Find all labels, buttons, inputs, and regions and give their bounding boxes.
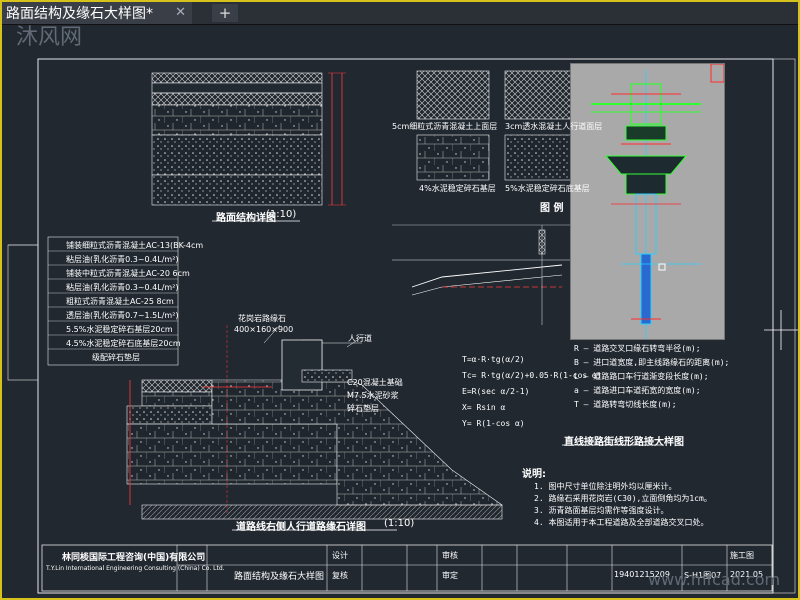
role-review: 审核 bbox=[442, 551, 458, 560]
note-1: 1. 图中尺寸单位除注明外均以厘米计。 bbox=[534, 482, 677, 491]
curb-label-2: 人行道 bbox=[348, 334, 372, 343]
role-check: 复核 bbox=[332, 571, 348, 580]
formula-1: T=α·R·tg(α/2) bbox=[462, 355, 525, 364]
note-2: 2. 路缘石采用花岗岩(C30),立面倒角均为1cm。 bbox=[534, 494, 712, 503]
layer-label-7: 5.5%水泥稳定碎石基层20cm bbox=[66, 325, 173, 334]
note-3: 3. 沥青路面基层均需作等强度设计。 bbox=[534, 506, 669, 515]
curb-label-1: 花岗岩路缘石 bbox=[238, 314, 286, 323]
curb-label-4: C20混凝土基础 bbox=[347, 378, 403, 387]
symbol-note-4: a — 道路进口车道拓宽的宽度(m); bbox=[574, 386, 701, 395]
side-strip bbox=[7, 244, 39, 381]
section3-title: 直线接路街线形路接大样图 bbox=[564, 437, 684, 448]
curb-label-6: 碎石垫层 bbox=[347, 404, 379, 413]
legend-item-3: 4%水泥稳定碎石基层 bbox=[419, 184, 496, 193]
road-profile bbox=[392, 224, 572, 325]
formula-5: Y= R(1-cos α) bbox=[462, 419, 525, 428]
layer-label-1: 铺装细粒式沥青混凝土AC-13(BK-4cm bbox=[66, 241, 204, 250]
layer-label-2: 粘层油(乳化沥青0.3~0.4L/m²) bbox=[66, 255, 179, 264]
stage: 施工图 bbox=[730, 551, 754, 560]
section2-scale: (1:10) bbox=[384, 518, 415, 529]
role-design: 设计 bbox=[332, 551, 348, 560]
layer-label-4: 粘层油(乳化沥青0.3~0.4L/m²) bbox=[66, 283, 179, 292]
symbol-note-2: B — 进口道宽度,即主线路缘石的距离(m); bbox=[574, 358, 730, 367]
formula-3: E=R(sec α/2-1) bbox=[462, 387, 530, 396]
layer-label-6: 透层油(乳化沥青0.7~1.5L/m²) bbox=[66, 311, 179, 320]
legend-item-1: 5cm细粒式沥青混凝土上面层 bbox=[392, 122, 498, 131]
cad-window: 路面结构及缘石大样图* ✕ + 沐风网 路面结构详图 (1:10) 图 例 5c… bbox=[0, 0, 800, 600]
drawing-canvas[interactable]: 沐风网 路面结构详图 (1:10) 图 例 5cm细粒式沥青混凝土上面层 3cm… bbox=[2, 25, 798, 598]
legend-item-2: 3cm透水混凝土人行道面层 bbox=[505, 122, 603, 131]
drawing-name: 路面结构及缘石大样图 bbox=[234, 572, 325, 582]
company-name: 林同棪国际工程咨询(中国)有限公司 bbox=[62, 553, 206, 563]
curb-detail bbox=[126, 324, 503, 531]
symbol-note-1: R — 道路交叉口缘石转弯半径(m); bbox=[574, 344, 701, 353]
column-detail-preview bbox=[591, 64, 724, 339]
symbol-note-3: L — 道路路口车行道渐变段长度(m); bbox=[574, 372, 709, 381]
legend-title: 图 例 bbox=[540, 203, 564, 214]
section2-title: 道路线右侧人行道路缘石详图 bbox=[236, 522, 366, 533]
layer-label-9: 级配碎石垫层 bbox=[92, 353, 140, 362]
layer-label-8: 4.5%水泥稳定碎石底基层20cm bbox=[66, 339, 181, 348]
company-name-en: T.Y.Lin International Engineering Consul… bbox=[46, 565, 225, 572]
layer-label-5: 粗粒式沥青混凝土AC-25 8cm bbox=[66, 297, 174, 306]
curb-label-3: 400×160×900 bbox=[234, 325, 294, 334]
pavement-structure-block bbox=[151, 72, 346, 206]
crosshair-cursor bbox=[764, 310, 798, 350]
preview-panel[interactable] bbox=[570, 63, 725, 340]
layer-label-3: 铺装中粒式沥青混凝土AC-20 6cm bbox=[66, 269, 190, 278]
formula-4: X= Rsin α bbox=[462, 403, 506, 412]
curb-label-5: M7.5水泥砂浆 bbox=[347, 391, 399, 400]
watermark-bottom: www.mfcad.com bbox=[648, 570, 781, 589]
legend-item-4: 5%水泥稳定碎石底基层 bbox=[505, 184, 590, 193]
tab-bar: 路面结构及缘石大样图* ✕ + bbox=[2, 2, 798, 25]
role-approve: 审定 bbox=[442, 571, 458, 580]
note-4: 4. 本图适用于本工程道路及全部道路交叉口处。 bbox=[534, 518, 709, 527]
notes-title: 说明: bbox=[522, 469, 546, 480]
section1-scale: (1:10) bbox=[266, 209, 297, 220]
close-icon[interactable]: ✕ bbox=[175, 5, 186, 20]
symbol-note-5: T — 道路转弯切线长度(m); bbox=[574, 400, 677, 409]
new-tab-button[interactable]: + bbox=[212, 4, 238, 22]
